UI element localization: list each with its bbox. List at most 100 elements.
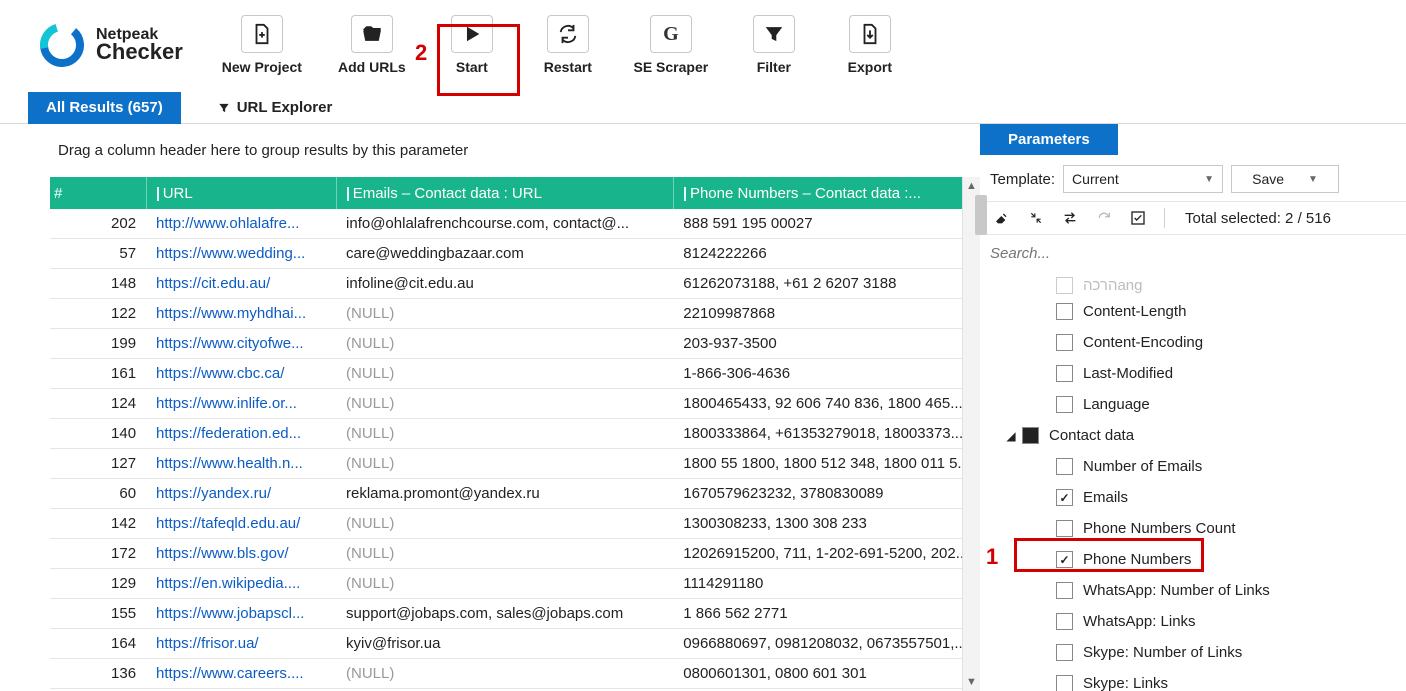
export-button[interactable] [849,15,891,53]
col-header-num[interactable]: # [50,177,146,209]
search-input[interactable] [990,241,1396,266]
row-email: (NULL) [336,659,673,689]
list-item[interactable]: Last-Modified [990,358,1402,389]
eraser-icon[interactable] [994,210,1010,226]
filter-button[interactable] [753,15,795,53]
vertical-scrollbar[interactable]: ▲ ▼ [962,177,980,691]
table-row[interactable]: 161https://www.cbc.ca/(NULL)1-866-306-46… [50,359,962,389]
list-item[interactable]: Content-Encoding [990,327,1402,358]
row-phone: 1 866 562 2771 [673,599,962,629]
swap-icon[interactable] [1062,210,1078,226]
table-row[interactable]: 172https://www.bls.gov/(NULL)12026915200… [50,539,962,569]
row-url[interactable]: https://federation.ed... [146,419,336,449]
row-url[interactable]: https://tafeqld.edu.au/ [146,509,336,539]
list-item[interactable]: Skype: Links [990,668,1402,691]
tab-all-results[interactable]: All Results (657) [28,92,181,124]
checkbox[interactable] [1056,644,1073,661]
row-email: (NULL) [336,299,673,329]
table-row[interactable]: 148https://cit.edu.au/infoline@cit.edu.a… [50,269,962,299]
table-row[interactable]: 155https://www.jobapscl...support@jobaps… [50,599,962,629]
list-item[interactable]: WhatsApp: Links [990,606,1402,637]
scroll-up-icon[interactable]: ▲ [963,177,980,195]
new-project-button[interactable] [241,15,283,53]
col-header-emails[interactable]: Emails – Contact data : URL [336,177,673,209]
checkbox[interactable] [1056,675,1073,691]
table-row[interactable]: 60https://yandex.ru/reklama.promont@yand… [50,479,962,509]
row-phone: 203-937-3500 [673,329,962,359]
checkbox[interactable] [1056,277,1073,294]
table-row[interactable]: 136https://www.careers....(NULL)08006013… [50,659,962,689]
table-row[interactable]: 142https://tafeqld.edu.au/(NULL)13003082… [50,509,962,539]
table-row[interactable]: 124https://www.inlife.or...(NULL)1800465… [50,389,962,419]
list-item[interactable]: Skype: Number of Links [990,637,1402,668]
checkbox[interactable] [1056,520,1073,537]
add-urls-button[interactable] [351,15,393,53]
se-scraper-button[interactable]: G [650,15,692,53]
row-url[interactable]: https://www.cityofwe... [146,329,336,359]
checkbox[interactable] [1056,458,1073,475]
list-item[interactable]: Emails [990,482,1402,513]
checkbox[interactable] [1056,489,1073,506]
row-url[interactable]: https://www.bls.gov/ [146,539,336,569]
expand-icon[interactable]: ◢ [1004,429,1018,443]
scroll-thumb[interactable] [975,195,987,235]
list-item[interactable]: WhatsApp: Number of Links [990,575,1402,606]
folder-open-icon [361,23,383,45]
row-url[interactable]: https://cit.edu.au/ [146,269,336,299]
tree-group-contact-data[interactable]: ◢ Contact data [990,420,1402,451]
row-url[interactable]: http://www.ohlalafre... [146,209,336,239]
col-header-url[interactable]: URL [146,177,336,209]
table-row[interactable]: 129https://en.wikipedia....(NULL)1114291… [50,569,962,599]
row-url[interactable]: https://www.cbc.ca/ [146,359,336,389]
row-phone: 1800333864, +61353279018, 18003373... [673,419,962,449]
checkbox[interactable] [1056,582,1073,599]
check-all-icon[interactable] [1130,210,1146,226]
row-url[interactable]: https://www.health.n... [146,449,336,479]
table-row[interactable]: 199https://www.cityofwe...(NULL)203-937-… [50,329,962,359]
row-url[interactable]: https://yandex.ru/ [146,479,336,509]
checkbox[interactable] [1056,365,1073,382]
col-header-phones[interactable]: Phone Numbers – Contact data :...▼ [673,177,962,209]
start-button[interactable] [451,15,493,53]
row-url[interactable]: https://www.careers.... [146,659,336,689]
row-url[interactable]: https://www.wedding... [146,239,336,269]
checkbox[interactable] [1056,396,1073,413]
restart-button[interactable] [547,15,589,53]
redo-icon[interactable] [1096,210,1112,226]
row-num: 129 [50,569,146,599]
row-phone: 0800601301, 0800 601 301 [673,659,962,689]
scroll-down-icon[interactable]: ▼ [963,673,980,691]
row-num: 161 [50,359,146,389]
row-num: 140 [50,419,146,449]
list-item[interactable]: Number of Emails [990,451,1402,482]
tab-url-explorer[interactable]: URL Explorer [199,92,351,124]
row-url[interactable]: https://www.myhdhai... [146,299,336,329]
table-row[interactable]: 164https://frisor.ua/kyiv@frisor.ua09668… [50,629,962,659]
template-dropdown[interactable]: Current ▼ [1063,165,1223,193]
table-row[interactable]: 140https://federation.ed...(NULL)1800333… [50,419,962,449]
row-phone: 22109987868 [673,299,962,329]
group-hint[interactable]: Drag a column header here to group resul… [0,124,980,177]
table-row[interactable]: 122https://www.myhdhai...(NULL)221099878… [50,299,962,329]
checkbox[interactable] [1056,303,1073,320]
collapse-icon[interactable] [1028,210,1044,226]
list-item[interactable]: Language [990,389,1402,420]
restart-label: Restart [544,59,592,75]
row-url[interactable]: https://www.inlife.or... [146,389,336,419]
tab-parameters[interactable]: Parameters [980,124,1118,155]
table-row[interactable]: 202http://www.ohlalafre...info@ohlalafre… [50,209,962,239]
table-row[interactable]: 57https://www.wedding...care@weddingbaza… [50,239,962,269]
table-row[interactable]: 127https://www.health.n...(NULL)1800 55 … [50,449,962,479]
row-num: 148 [50,269,146,299]
list-item[interactable]: Content-Length [990,296,1402,327]
row-url[interactable]: https://www.jobapscl... [146,599,336,629]
checkbox[interactable] [1056,613,1073,630]
checkbox-indeterminate[interactable] [1022,427,1039,444]
row-url[interactable]: https://frisor.ua/ [146,629,336,659]
checkbox[interactable] [1056,334,1073,351]
list-item[interactable]: הרכהang [990,274,1402,296]
row-phone: 8124222266 [673,239,962,269]
chevron-down-icon: ▼ [1204,174,1214,185]
save-button[interactable]: Save ▼ [1231,165,1339,193]
row-url[interactable]: https://en.wikipedia.... [146,569,336,599]
